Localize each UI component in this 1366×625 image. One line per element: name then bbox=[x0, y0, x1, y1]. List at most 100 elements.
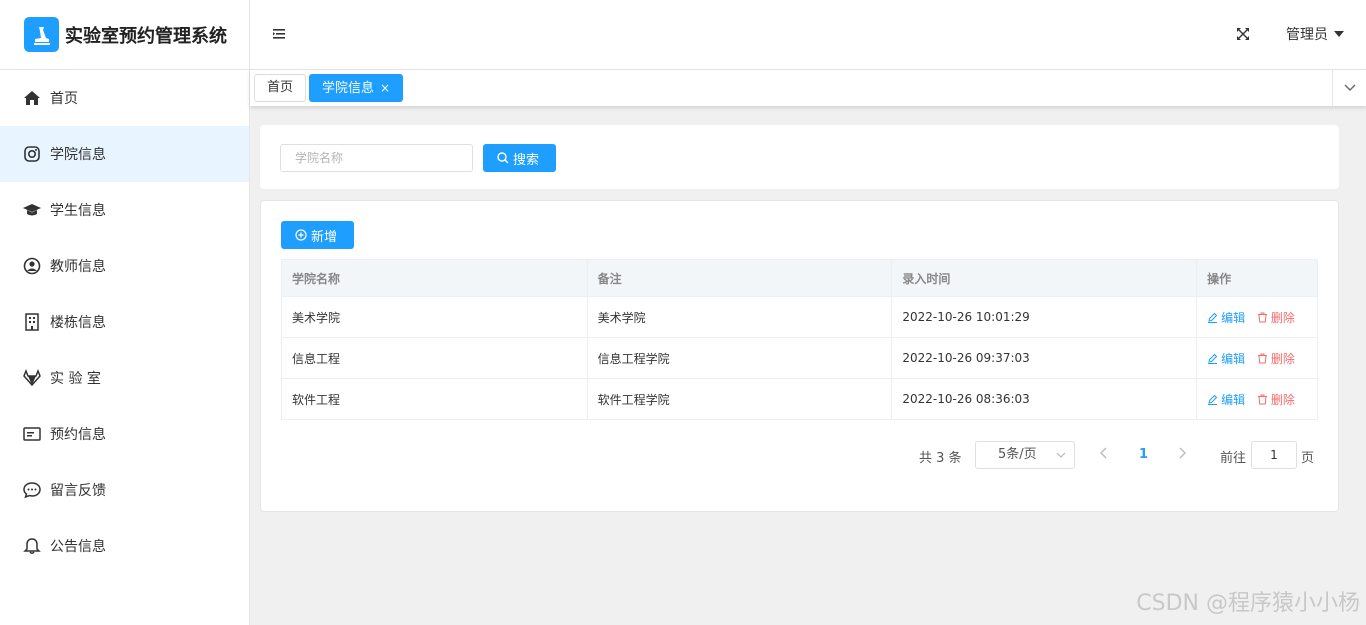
close-icon[interactable]: × bbox=[380, 81, 390, 95]
edit-icon bbox=[1208, 312, 1218, 323]
goto-suffix: 页 bbox=[1301, 451, 1315, 466]
goto-label: 前往 bbox=[1220, 451, 1247, 466]
top-header: 管理员 bbox=[250, 0, 1366, 70]
fullscreen-icon[interactable] bbox=[1236, 27, 1250, 41]
cell-actions: 编辑 删除 bbox=[1196, 296, 1318, 338]
user-menu[interactable]: 管理员 bbox=[1286, 24, 1344, 44]
prev-page-icon[interactable] bbox=[1099, 446, 1109, 464]
sidebar-item-notice[interactable]: 公告信息 bbox=[0, 518, 249, 574]
sidebar-item-college[interactable]: 学院信息 bbox=[0, 126, 249, 182]
plus-circle-icon bbox=[295, 229, 307, 241]
table-header-row: 学院名称 备注 录入时间 操作 bbox=[281, 259, 1318, 297]
tab-label: 学院信息 bbox=[322, 81, 375, 96]
edit-button[interactable]: 编辑 bbox=[1207, 350, 1245, 367]
page-size-select[interactable]: 5条/页 bbox=[975, 441, 1075, 469]
edit-label: 编辑 bbox=[1221, 392, 1246, 407]
tabs-bar: 首页 学院信息 × bbox=[250, 70, 1366, 106]
edit-button[interactable]: 编辑 bbox=[1207, 309, 1245, 326]
sidebar: 实验室预约管理系统 首页 学院信息 学生信息 教师信息 楼栋信息 实 验 室 预… bbox=[0, 0, 250, 625]
sidebar-item-label: 留言反馈 bbox=[50, 483, 106, 499]
microscope-icon bbox=[24, 17, 59, 52]
sidebar-item-label: 教师信息 bbox=[50, 259, 106, 275]
delete-label: 删除 bbox=[1270, 351, 1295, 366]
table-row: 信息工程 信息工程学院 2022-10-26 09:37:03 编辑 删除 bbox=[281, 337, 1318, 379]
next-page-icon[interactable] bbox=[1177, 446, 1187, 464]
cell-time: 2022-10-26 09:37:03 bbox=[891, 337, 1198, 379]
watermark: CSDN @程序猿小小杨 bbox=[1136, 591, 1360, 616]
sidebar-item-label: 首页 bbox=[50, 91, 78, 107]
search-icon bbox=[497, 152, 509, 164]
pagination: 共 3 条 5条/页 1 前往 1 页 bbox=[261, 441, 1338, 469]
sidebar-item-reservation[interactable]: 预约信息 bbox=[0, 406, 249, 462]
delete-button[interactable]: 删除 bbox=[1257, 350, 1295, 367]
sidebar-item-label: 学院信息 bbox=[50, 147, 106, 163]
total-count: 共 3 条 bbox=[919, 451, 962, 466]
logo: 实验室预约管理系统 bbox=[0, 0, 249, 70]
column-header-actions: 操作 bbox=[1196, 259, 1318, 297]
comment-icon bbox=[22, 480, 42, 500]
edit-label: 编辑 bbox=[1221, 310, 1246, 325]
goto-page-input[interactable]: 1 bbox=[1251, 441, 1297, 469]
instagram-icon bbox=[22, 144, 42, 164]
sidebar-item-label: 实 验 室 bbox=[50, 371, 101, 387]
cell-remark: 美术学院 bbox=[586, 296, 893, 338]
cell-name: 美术学院 bbox=[281, 296, 588, 338]
trash-icon bbox=[1257, 312, 1267, 322]
page-size-value: 5条/页 bbox=[998, 447, 1037, 462]
delete-button[interactable]: 删除 bbox=[1257, 391, 1295, 408]
tab-home[interactable]: 首页 bbox=[254, 74, 307, 102]
edit-icon bbox=[1208, 353, 1218, 364]
menu-toggle-icon[interactable] bbox=[272, 26, 288, 42]
search-button[interactable]: 搜索 bbox=[483, 144, 556, 172]
user-circle-icon bbox=[22, 256, 42, 276]
sidebar-item-lab[interactable]: 实 验 室 bbox=[0, 350, 249, 406]
delete-label: 删除 bbox=[1270, 392, 1295, 407]
building-icon bbox=[22, 312, 42, 332]
caret-down-icon bbox=[1334, 31, 1344, 37]
table-row: 美术学院 美术学院 2022-10-26 10:01:29 编辑 删除 bbox=[281, 296, 1318, 338]
college-table: 学院名称 备注 录入时间 操作 美术学院 美术学院 2022-10-26 10:… bbox=[281, 259, 1318, 420]
sidebar-item-home[interactable]: 首页 bbox=[0, 70, 249, 126]
cell-remark: 软件工程学院 bbox=[586, 378, 893, 420]
tabs-more-button[interactable] bbox=[1332, 70, 1366, 106]
cell-remark: 信息工程学院 bbox=[586, 337, 893, 379]
home-icon bbox=[22, 88, 42, 108]
id-card-icon bbox=[22, 424, 42, 444]
sidebar-item-label: 公告信息 bbox=[50, 539, 106, 555]
tab-college[interactable]: 学院信息 × bbox=[309, 74, 404, 102]
bell-icon bbox=[22, 536, 42, 556]
gitlab-icon bbox=[22, 368, 42, 388]
sidebar-item-student[interactable]: 学生信息 bbox=[0, 182, 249, 238]
sidebar-item-feedback[interactable]: 留言反馈 bbox=[0, 462, 249, 518]
column-header-time[interactable]: 录入时间 bbox=[891, 259, 1198, 297]
sidebar-item-label: 楼栋信息 bbox=[50, 315, 106, 331]
delete-button[interactable]: 删除 bbox=[1257, 309, 1295, 326]
add-button[interactable]: 新增 bbox=[281, 221, 354, 249]
college-name-search-input[interactable] bbox=[280, 144, 473, 172]
page-number-current[interactable]: 1 bbox=[1139, 447, 1148, 462]
column-header-name[interactable]: 学院名称 bbox=[281, 259, 588, 297]
table-panel: 新增 学院名称 备注 录入时间 操作 美术学院 美术学院 2022-10-26 … bbox=[260, 200, 1339, 512]
cell-time: 2022-10-26 10:01:29 bbox=[891, 296, 1198, 338]
edit-button[interactable]: 编辑 bbox=[1207, 391, 1245, 408]
add-button-label: 新增 bbox=[311, 229, 338, 245]
cell-actions: 编辑 删除 bbox=[1196, 337, 1318, 379]
sidebar-item-teacher[interactable]: 教师信息 bbox=[0, 238, 249, 294]
cell-time: 2022-10-26 08:36:03 bbox=[891, 378, 1198, 420]
cell-actions: 编辑 删除 bbox=[1196, 378, 1318, 420]
chevron-down-icon bbox=[1344, 84, 1355, 91]
sidebar-item-building[interactable]: 楼栋信息 bbox=[0, 294, 249, 350]
search-panel: 搜索 bbox=[260, 125, 1339, 189]
column-header-remark[interactable]: 备注 bbox=[586, 259, 893, 297]
tab-label: 首页 bbox=[267, 80, 294, 95]
user-name: 管理员 bbox=[1286, 27, 1328, 43]
sidebar-item-label: 学生信息 bbox=[50, 203, 106, 219]
trash-icon bbox=[1257, 394, 1267, 404]
search-button-label: 搜索 bbox=[513, 152, 540, 168]
app-title: 实验室预约管理系统 bbox=[65, 25, 227, 47]
graduation-cap-icon bbox=[22, 200, 42, 220]
delete-label: 删除 bbox=[1270, 310, 1295, 325]
chevron-down-icon bbox=[1056, 442, 1066, 478]
edit-icon bbox=[1208, 394, 1218, 405]
trash-icon bbox=[1257, 353, 1267, 363]
